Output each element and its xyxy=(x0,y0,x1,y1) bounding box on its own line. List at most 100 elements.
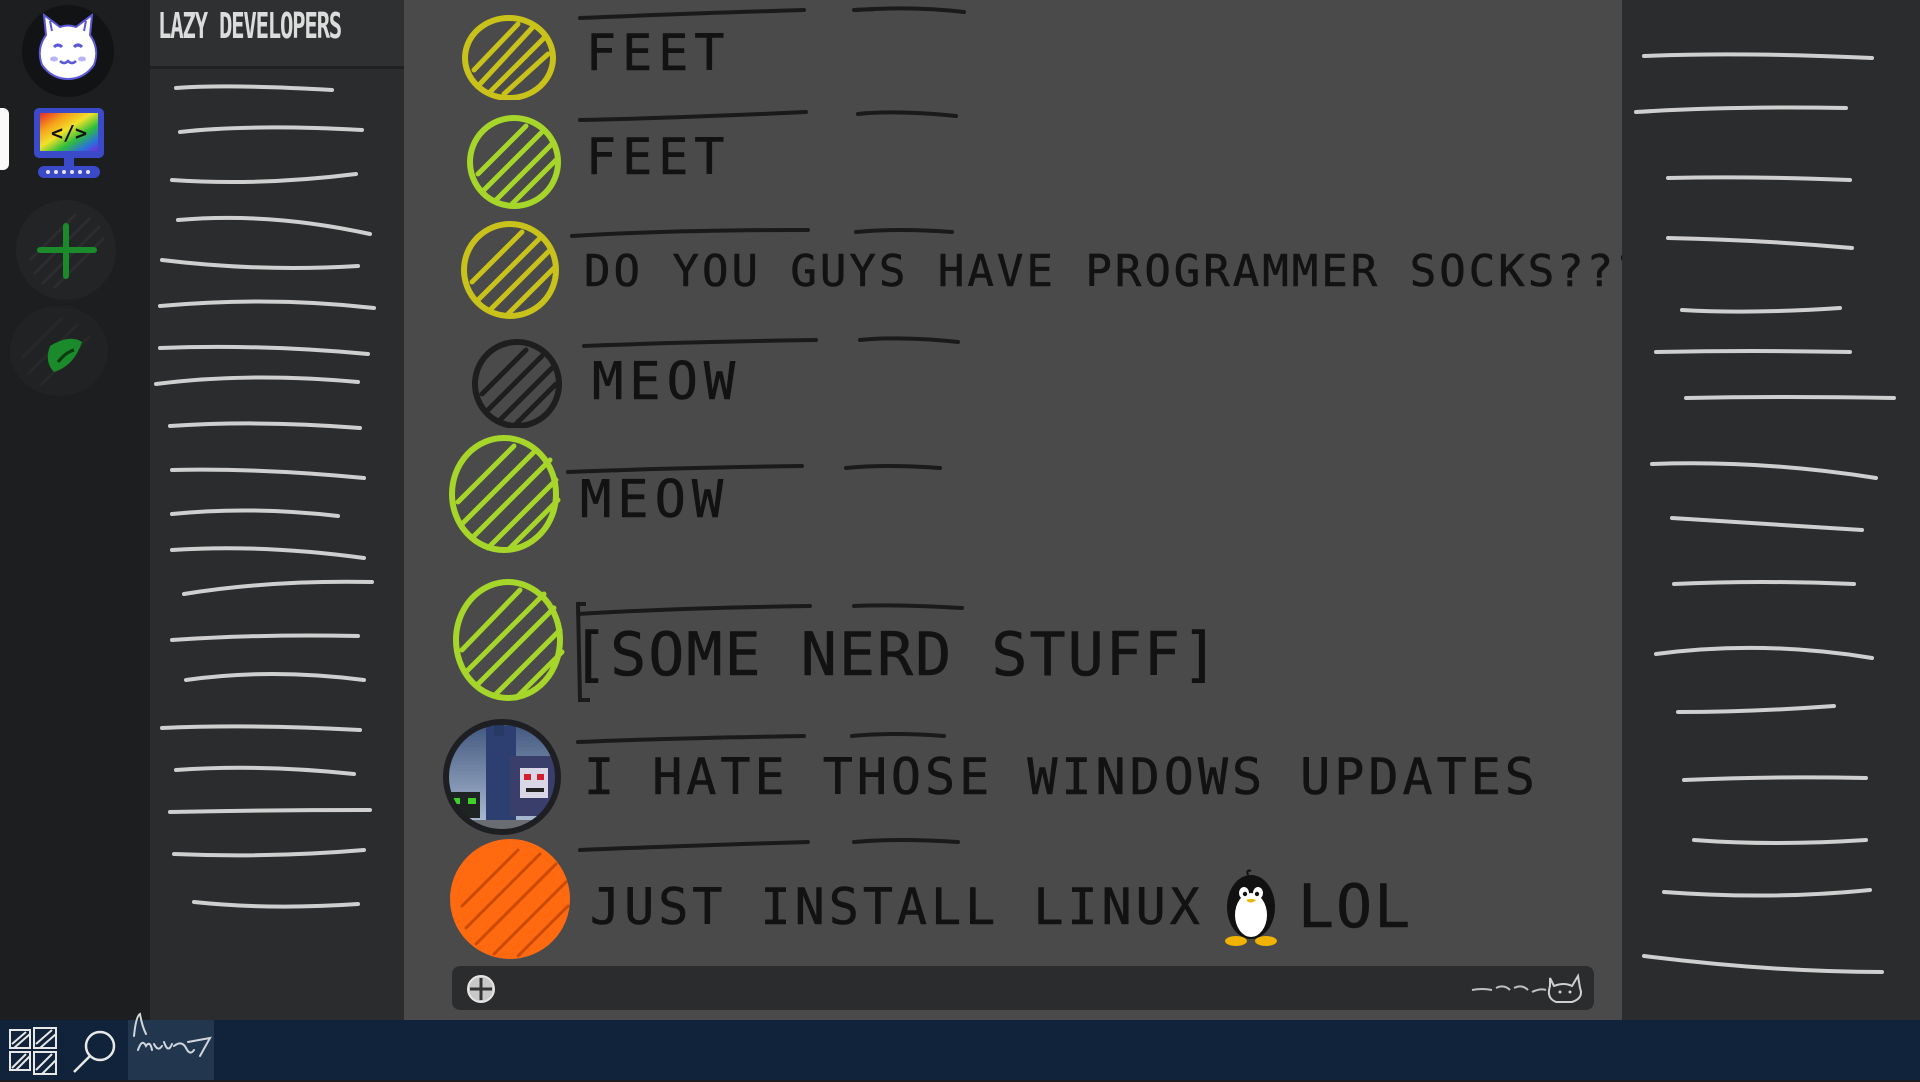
message: MEOW xyxy=(404,324,1622,434)
member-item[interactable] xyxy=(1666,175,1852,182)
explore-servers-button[interactable] xyxy=(10,306,108,396)
nyan-signature-icon xyxy=(133,1012,212,1057)
member-entries xyxy=(1634,52,1896,974)
member-item[interactable] xyxy=(1676,704,1836,714)
windows-scribble-icon xyxy=(9,1027,57,1075)
channel-item[interactable] xyxy=(178,125,364,134)
add-server-button[interactable] xyxy=(16,200,116,300)
channel-item[interactable] xyxy=(154,375,360,386)
user-avatar[interactable] xyxy=(470,338,564,428)
member-item[interactable] xyxy=(1642,954,1884,974)
server-lazy-developers[interactable]: </> xyxy=(28,104,110,186)
nyan-cat-icon xyxy=(1471,973,1582,1003)
member-item[interactable] xyxy=(1670,516,1864,532)
message: I HATE THOSE WINDOWS UPDATES xyxy=(404,708,1622,835)
user-avatar[interactable] xyxy=(460,220,560,320)
user-avatar[interactable] xyxy=(440,716,564,838)
message: MEOW xyxy=(404,434,1622,568)
member-item[interactable] xyxy=(1642,52,1874,60)
member-item[interactable] xyxy=(1662,888,1872,898)
user-avatar[interactable] xyxy=(448,836,572,962)
message-text: I HATE THOSE WINDOWS UPDATES xyxy=(584,748,1539,807)
channel-item[interactable] xyxy=(168,421,362,430)
scribble-avatar-icon xyxy=(450,839,570,959)
message-text: MEOW xyxy=(580,470,730,531)
message-composer xyxy=(452,966,1594,1010)
user-avatar[interactable] xyxy=(450,576,566,706)
message-line: JUST INSTALL LINUX LOL xyxy=(590,852,1412,962)
channel-item[interactable] xyxy=(160,258,360,270)
message: JUST INSTALL LINUX LOL xyxy=(404,832,1622,966)
scribble-avatar-icon xyxy=(462,15,556,100)
taskbar-app[interactable] xyxy=(128,1012,214,1080)
user-avatar[interactable] xyxy=(466,114,562,210)
start-button[interactable] xyxy=(6,1024,60,1078)
channel-item[interactable] xyxy=(158,299,376,310)
channel-item[interactable] xyxy=(184,672,366,682)
server-rail: </> xyxy=(0,0,150,1020)
channel-item[interactable] xyxy=(170,172,358,184)
channel-item[interactable] xyxy=(170,508,340,518)
cat-face-icon xyxy=(38,12,98,81)
message-suffix: LOL xyxy=(1297,872,1413,943)
message-text: MEOW xyxy=(592,352,742,413)
message-text: [SOME NERD STUFF] xyxy=(572,620,1221,691)
message-text: JUST INSTALL LINUX xyxy=(590,878,1204,937)
channel-sidebar: LAZY DEVELOPERS xyxy=(150,0,404,1020)
channel-item[interactable] xyxy=(168,808,372,814)
message: DO YOU GUYS HAVE PROGRAMMER SOCKS??? xyxy=(404,208,1643,324)
channel-item[interactable] xyxy=(170,546,366,560)
member-item[interactable] xyxy=(1684,395,1896,400)
member-item[interactable] xyxy=(1680,306,1842,314)
member-item[interactable] xyxy=(1682,775,1868,782)
channel-list xyxy=(154,84,376,909)
message-input[interactable] xyxy=(512,972,1416,1006)
attach-button[interactable] xyxy=(466,974,496,1004)
server-name: LAZY DEVELOPERS xyxy=(158,6,342,47)
channel-item[interactable] xyxy=(170,633,360,642)
emoji-button[interactable] xyxy=(1468,970,1588,1006)
scribble-avatar-icon xyxy=(449,435,561,553)
home-button[interactable] xyxy=(22,5,114,97)
message: FEET xyxy=(404,104,1622,210)
member-item[interactable] xyxy=(1672,580,1856,586)
message-text: DO YOU GUYS HAVE PROGRAMMER SOCKS??? xyxy=(584,246,1646,298)
svg-text:</>: </> xyxy=(51,121,87,145)
scribble-avatar-icon xyxy=(467,115,561,209)
compass-icon xyxy=(20,316,92,388)
member-item[interactable] xyxy=(1654,349,1852,354)
code-monitor-icon: </> xyxy=(34,108,104,178)
member-item[interactable] xyxy=(1654,645,1874,660)
plus-icon xyxy=(28,212,106,290)
channel-item[interactable] xyxy=(182,579,374,596)
member-item[interactable] xyxy=(1650,461,1878,480)
channel-item[interactable] xyxy=(174,84,334,92)
member-item[interactable] xyxy=(1692,838,1868,845)
server-header[interactable]: LAZY DEVELOPERS xyxy=(150,0,404,69)
chat-area: FEET FEET DO YOU GUYS HAVE PROGRAMMER SO… xyxy=(404,0,1643,1020)
member-item[interactable] xyxy=(1666,236,1854,250)
scribble-avatar-icon xyxy=(472,339,562,428)
channel-item[interactable] xyxy=(158,344,370,356)
message-text: FEET xyxy=(586,128,731,187)
search-button[interactable] xyxy=(70,1026,120,1076)
channel-item[interactable] xyxy=(192,900,360,909)
user-avatar[interactable] xyxy=(444,432,564,558)
tux-penguin-icon xyxy=(1224,869,1277,946)
message-header xyxy=(578,7,874,20)
channel-item[interactable] xyxy=(170,467,366,480)
active-server-indicator xyxy=(0,108,9,170)
member-item[interactable] xyxy=(1634,105,1848,114)
channel-item[interactable] xyxy=(160,724,362,732)
add-attachment-icon xyxy=(467,975,495,1003)
channel-item[interactable] xyxy=(172,848,366,858)
user-avatar[interactable] xyxy=(462,14,556,100)
pixel-art-avatar-icon xyxy=(443,719,561,835)
scribble-avatar-icon xyxy=(461,221,559,319)
channel-item[interactable] xyxy=(176,215,372,236)
magnifier-icon xyxy=(73,1030,116,1073)
message-text: FEET xyxy=(586,24,731,83)
message: [SOME NERD STUFF] xyxy=(404,568,1622,708)
channel-item[interactable] xyxy=(174,765,356,776)
message: FEET xyxy=(404,0,1622,104)
